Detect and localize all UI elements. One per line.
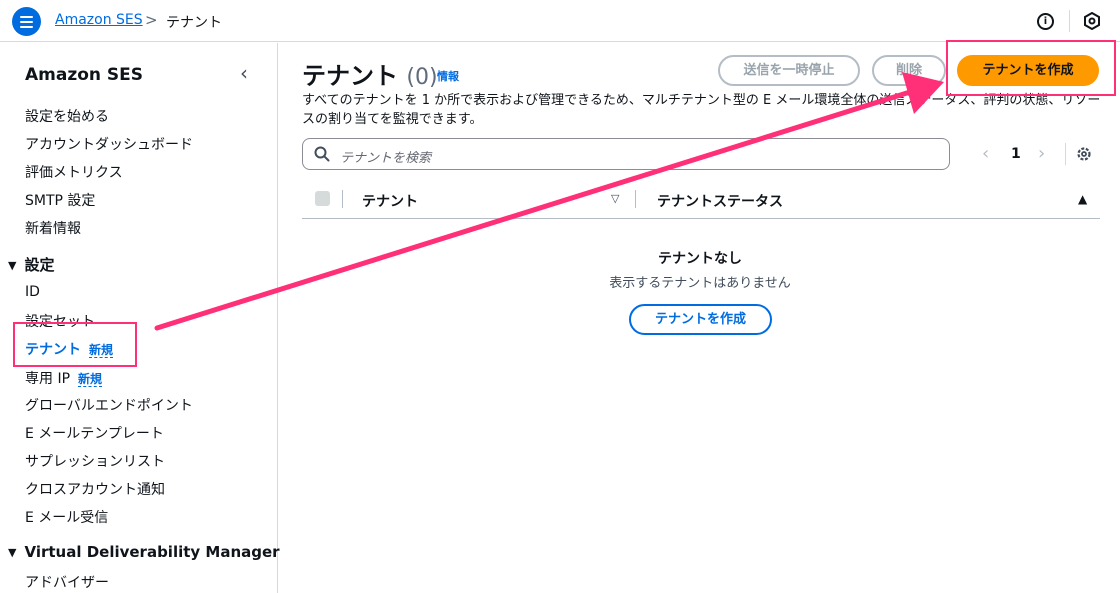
annotation-arrow bbox=[154, 72, 944, 331]
